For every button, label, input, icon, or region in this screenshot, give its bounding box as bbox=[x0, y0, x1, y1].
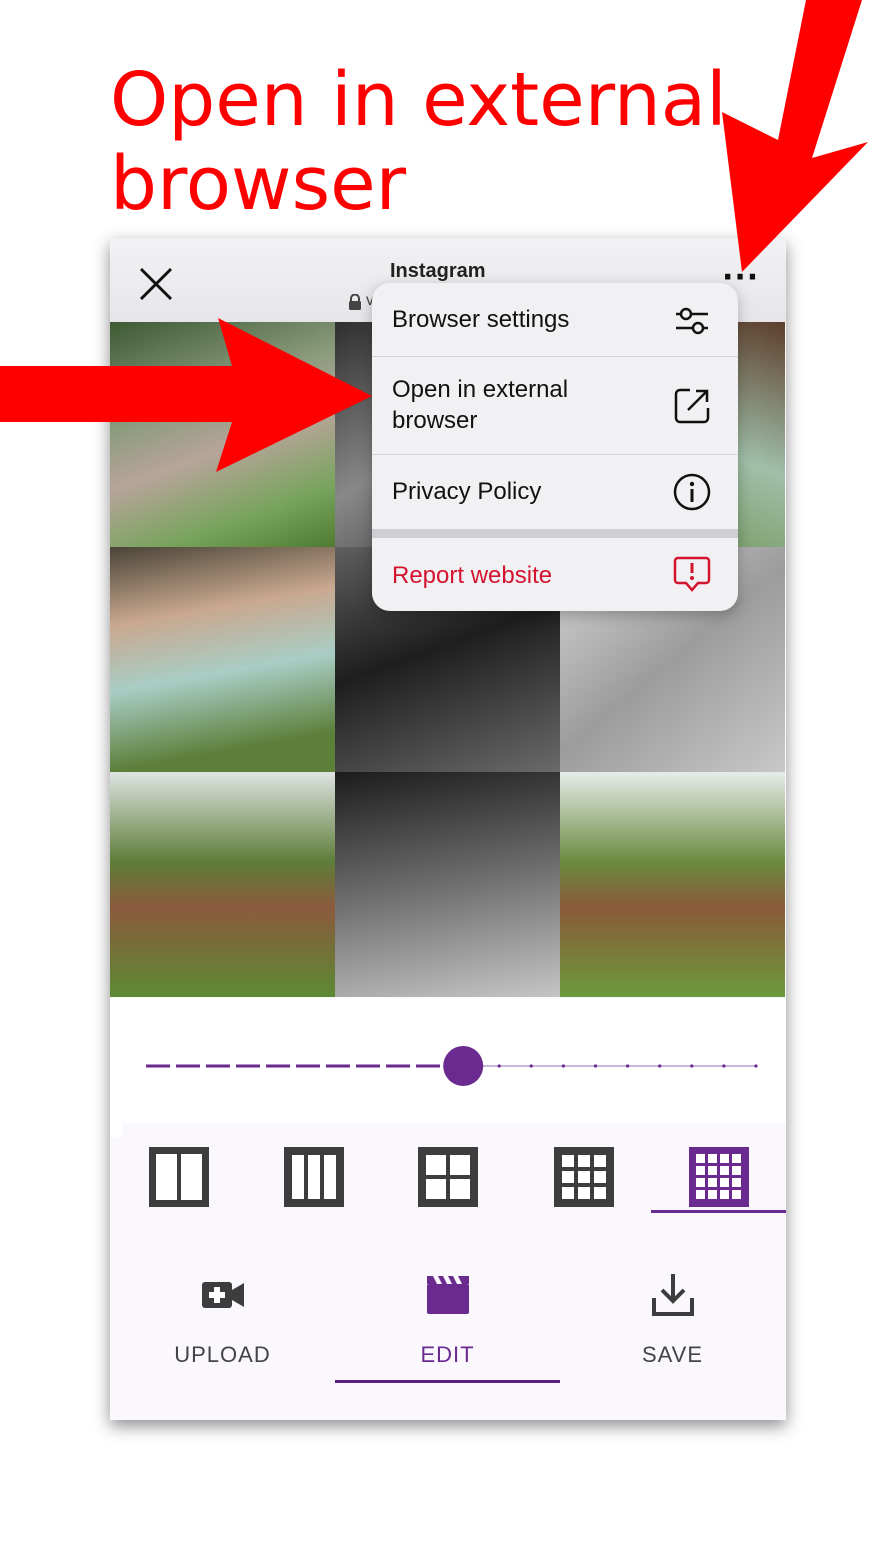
arrow-right bbox=[0, 318, 372, 472]
annotation-arrows bbox=[0, 0, 868, 472]
grid-photo bbox=[335, 772, 560, 997]
layout-3x3-grid-icon[interactable] bbox=[554, 1147, 614, 1207]
layout-2-columns-icon[interactable] bbox=[149, 1147, 209, 1207]
slider-tick bbox=[658, 1064, 662, 1068]
nav-edit[interactable]: EDIT bbox=[335, 1250, 560, 1385]
nav-active-indicator bbox=[335, 1380, 560, 1383]
layout-3-columns-icon[interactable] bbox=[284, 1147, 344, 1207]
slider-tick bbox=[561, 1064, 565, 1068]
video-add-icon bbox=[202, 1282, 244, 1308]
slider-tick bbox=[690, 1064, 694, 1068]
nav-save[interactable]: SAVE bbox=[560, 1250, 785, 1385]
layout-selector bbox=[122, 1123, 786, 1223]
bottom-nav: UPLOAD EDIT SAVE bbox=[110, 1250, 786, 1385]
grid-size-slider[interactable] bbox=[110, 998, 786, 1138]
slider-tick bbox=[497, 1064, 501, 1068]
nav-upload[interactable]: UPLOAD bbox=[110, 1250, 335, 1385]
download-icon bbox=[652, 1274, 694, 1316]
slider-thumb[interactable] bbox=[443, 1046, 484, 1086]
slider-tick bbox=[754, 1064, 758, 1068]
slider-tick bbox=[529, 1064, 533, 1068]
arrow-down bbox=[722, 0, 868, 272]
slider-area bbox=[110, 998, 786, 1138]
grid-photo bbox=[560, 772, 785, 997]
layout-4x4-grid-icon[interactable] bbox=[689, 1147, 749, 1207]
layout-selected-indicator bbox=[651, 1210, 786, 1213]
clapperboard-icon bbox=[427, 1276, 469, 1314]
nav-save-label: SAVE bbox=[641, 1342, 704, 1367]
nav-edit-label: EDIT bbox=[420, 1342, 475, 1367]
nav-upload-label: UPLOAD bbox=[174, 1342, 271, 1367]
grid-photo bbox=[110, 772, 335, 997]
layout-2x2-grid-icon[interactable] bbox=[418, 1147, 478, 1207]
slider-tick bbox=[625, 1064, 630, 1068]
slider-tick bbox=[722, 1064, 726, 1068]
slider-tick bbox=[593, 1064, 598, 1068]
